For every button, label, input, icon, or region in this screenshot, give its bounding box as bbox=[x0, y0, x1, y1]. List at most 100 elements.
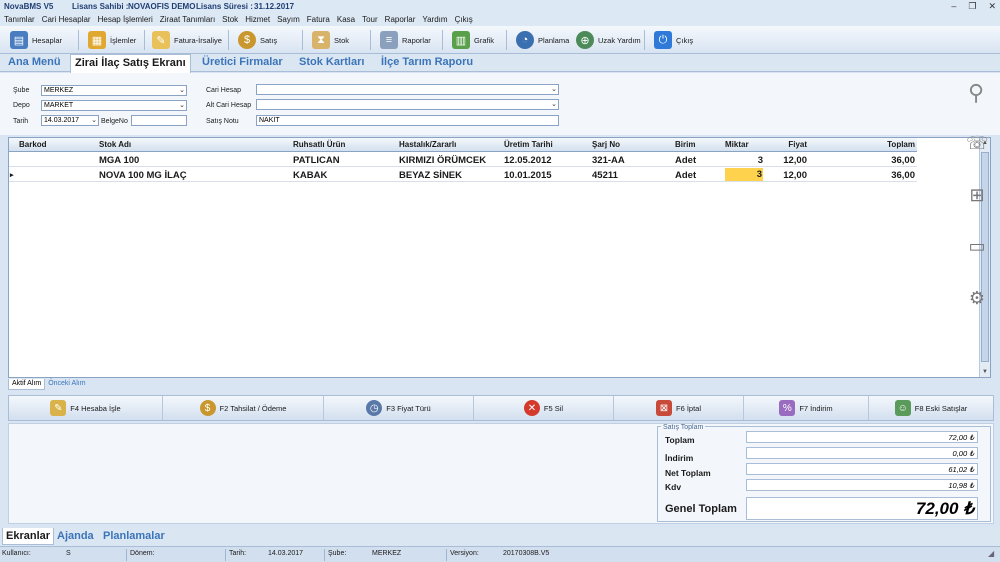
status-bar: Kullanıcı: S Dönem: Tarih: 14.03.2017 Şu… bbox=[0, 546, 1000, 562]
sube-select[interactable]: MERKEZ ⌄ bbox=[41, 85, 187, 96]
tab-uretici-firmalar[interactable]: Üretici Firmalar bbox=[202, 56, 283, 68]
tab-ajanda[interactable]: Ajanda bbox=[57, 530, 94, 542]
tahsilat-odeme-button[interactable]: $ F2 Tahsilat / Ödeme bbox=[163, 396, 324, 420]
search-icon[interactable]: ⚲ bbox=[964, 80, 988, 105]
cell-fiyat[interactable]: 12,00 bbox=[749, 170, 807, 181]
cell-ruhsatli-urun[interactable]: KABAK bbox=[293, 170, 327, 181]
raporlar-button[interactable]: ≡ Raporlar bbox=[380, 29, 431, 51]
close-icon[interactable]: ✕ bbox=[988, 1, 996, 12]
col-uretim-tarihi[interactable]: Üretim Tarihi bbox=[504, 140, 553, 149]
tab-stok-kartlari[interactable]: Stok Kartları bbox=[299, 56, 364, 68]
depo-select[interactable]: MARKET ⌄ bbox=[41, 100, 187, 111]
restore-icon[interactable]: ❐ bbox=[968, 1, 976, 12]
fiyat-turu-button[interactable]: ◷ F3 Fiyat Türü bbox=[324, 396, 474, 420]
cari-hesap-select[interactable]: ⌄ bbox=[256, 84, 559, 95]
scroll-down-icon[interactable]: ▼ bbox=[982, 369, 988, 375]
menu-tour[interactable]: Tour bbox=[362, 14, 378, 26]
tab-aktif-alim[interactable]: Aktif Alım bbox=[8, 379, 46, 390]
gear-icon[interactable]: ⚙ bbox=[966, 288, 988, 310]
menu-raporlar[interactable]: Raporlar bbox=[385, 14, 416, 26]
chevron-down-icon: ⌄ bbox=[179, 102, 185, 109]
license-owner: NOVAOFIS DEMO bbox=[128, 2, 196, 11]
col-toplam[interactable]: Toplam bbox=[829, 140, 915, 149]
tab-ana-menu[interactable]: Ana Menü bbox=[8, 56, 61, 68]
uzak-yardim-button[interactable]: ⊕ Uzak Yardım bbox=[576, 29, 641, 51]
grafik-label: Grafik bbox=[474, 35, 495, 45]
col-hastalik[interactable]: Hastalık/Zararlı bbox=[399, 140, 456, 149]
cikis-button[interactable]: ⏻ Çıkış bbox=[654, 29, 693, 51]
cell-birim[interactable]: Adet bbox=[675, 170, 696, 181]
sube-value: MERKEZ bbox=[44, 87, 74, 94]
eski-satislar-button[interactable]: ☺ F8 Eski Satışlar bbox=[869, 396, 993, 420]
col-fiyat[interactable]: Fiyat bbox=[749, 140, 807, 149]
cell-sarj-no[interactable]: 321-AA bbox=[592, 155, 625, 166]
planlama-button[interactable]: ◔ Planlama bbox=[516, 29, 569, 51]
license-owner-label: Lisans Sahibi : bbox=[72, 2, 129, 11]
menu-bar: Tanımlar Cari Hesaplar Hesap İşlemleri Z… bbox=[0, 14, 1000, 26]
cell-ruhsatli-urun[interactable]: PATLICAN bbox=[293, 155, 340, 166]
cell-hastalik[interactable]: KIRMIZI ÖRÜMCEK bbox=[399, 155, 486, 166]
depo-value: MARKET bbox=[44, 102, 74, 109]
col-ruhsatli-urun[interactable]: Ruhsatlı Ürün bbox=[293, 140, 345, 149]
grafik-button[interactable]: ▥ Grafik bbox=[452, 29, 494, 51]
tarih-picker[interactable]: 14.03.2017 ⌄ bbox=[41, 115, 99, 126]
col-birim[interactable]: Birim bbox=[675, 140, 695, 149]
menu-hizmet[interactable]: Hizmet bbox=[245, 14, 270, 26]
net-toplam-label: Net Toplam bbox=[665, 468, 711, 478]
cell-uretim-tarihi[interactable]: 12.05.2012 bbox=[504, 155, 552, 166]
sube-status-value: MERKEZ bbox=[372, 550, 402, 557]
toplam-value: 72,00 ₺ bbox=[746, 431, 978, 443]
support-headset-icon[interactable]: ☏ bbox=[966, 133, 989, 155]
tab-onceki-alim[interactable]: Önceki Alım bbox=[45, 379, 88, 390]
satis-button[interactable]: $ Satış bbox=[238, 29, 277, 51]
tab-zirai-ilac-satis[interactable]: Zirai İlaç Satış Ekranı bbox=[70, 54, 191, 73]
alt-cari-hesap-select[interactable]: ⌄ bbox=[256, 99, 559, 110]
menu-ziraat-tanimlari[interactable]: Ziraat Tanımları bbox=[160, 14, 215, 26]
col-miktar[interactable]: Miktar bbox=[725, 140, 749, 149]
hesaplar-button[interactable]: ▤ Hesaplar bbox=[10, 29, 62, 51]
cell-hastalik[interactable]: BEYAZ SİNEK bbox=[399, 170, 462, 181]
tab-ekranlar[interactable]: Ekranlar bbox=[2, 528, 55, 545]
cell-stok-adi[interactable]: MGA 100 bbox=[99, 155, 139, 166]
col-stok-adi[interactable]: Stok Adı bbox=[99, 140, 131, 149]
menu-cikis[interactable]: Çıkış bbox=[455, 14, 473, 26]
cell-toplam[interactable]: 36,00 bbox=[829, 170, 915, 181]
col-sarj-no[interactable]: Şarj No bbox=[592, 140, 620, 149]
table-row[interactable]: ▸ NOVA 100 MG İLAÇ KABAK BEYAZ SİNEK 10.… bbox=[9, 168, 917, 182]
menu-sayim[interactable]: Sayım bbox=[277, 14, 300, 26]
cell-sarj-no[interactable]: 45211 bbox=[592, 170, 618, 181]
tab-planlamalar[interactable]: Planlamalar bbox=[103, 530, 165, 542]
sil-button[interactable]: ✕ F5 Sil bbox=[474, 396, 614, 420]
kullanici-label: Kullanıcı: bbox=[2, 550, 31, 557]
tab-ilce-tarim-raporu[interactable]: İlçe Tarım Raporu bbox=[381, 56, 473, 68]
cell-birim[interactable]: Adet bbox=[675, 155, 696, 166]
islemler-button[interactable]: ▦ İşlemler bbox=[88, 29, 136, 51]
sube-label: Şube bbox=[13, 87, 30, 94]
stok-button[interactable]: ⧗ Stok bbox=[312, 29, 349, 51]
minimize-icon[interactable]: – bbox=[951, 1, 956, 12]
belge-no-input[interactable] bbox=[131, 115, 187, 126]
menu-yardim[interactable]: Yardım bbox=[422, 14, 447, 26]
windows-icon[interactable]: ⊞ bbox=[966, 185, 988, 207]
cell-stok-adi[interactable]: NOVA 100 MG İLAÇ bbox=[99, 170, 187, 181]
menu-cari-hesaplar[interactable]: Cari Hesaplar bbox=[42, 14, 91, 26]
resize-grip-icon[interactable]: ◢ bbox=[988, 549, 994, 558]
table-row[interactable]: MGA 100 PATLICAN KIRMIZI ÖRÜMCEK 12.05.2… bbox=[9, 153, 917, 167]
stok-label: Stok bbox=[334, 35, 350, 45]
col-barkod[interactable]: Barkod bbox=[19, 140, 47, 149]
iptal-button[interactable]: ⊠ F6 İptal bbox=[614, 396, 744, 420]
hesaba-isle-button[interactable]: ✎ F4 Hesaba İşle bbox=[9, 396, 163, 420]
cell-toplam[interactable]: 36,00 bbox=[829, 155, 915, 166]
device-icon[interactable]: ▭ bbox=[966, 236, 988, 258]
menu-stok[interactable]: Stok bbox=[222, 14, 238, 26]
menu-kasa[interactable]: Kasa bbox=[337, 14, 355, 26]
menu-tanimlar[interactable]: Tanımlar bbox=[4, 14, 35, 26]
indirim-button[interactable]: % F7 İndirim bbox=[744, 396, 869, 420]
satis-notu-input[interactable]: NAKİT bbox=[256, 115, 559, 126]
cell-uretim-tarihi[interactable]: 10.01.2015 bbox=[504, 170, 552, 181]
menu-fatura[interactable]: Fatura bbox=[307, 14, 330, 26]
fatura-irsaliye-button[interactable]: ✎ Fatura-İrsaliye bbox=[152, 29, 222, 51]
menu-hesap-islemleri[interactable]: Hesap İşlemleri bbox=[98, 14, 153, 26]
cell-fiyat[interactable]: 12,00 bbox=[749, 155, 807, 166]
current-row-indicator-icon: ▸ bbox=[10, 172, 14, 179]
